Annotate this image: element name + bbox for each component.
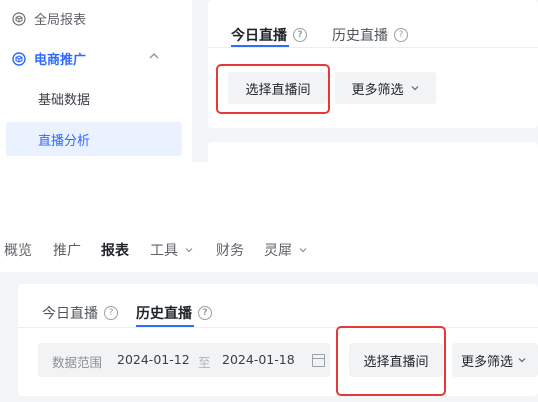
calendar-icon[interactable]	[312, 354, 325, 367]
chevron-down-icon	[518, 358, 526, 363]
tab-label: 历史直播	[136, 306, 192, 322]
top-card-below	[208, 142, 538, 162]
more-filters-button[interactable]: 更多筛选	[335, 72, 436, 104]
chevron-down-icon	[186, 248, 193, 253]
help-icon[interactable]: ?	[293, 28, 307, 42]
nav-item-tools[interactable]: 工具	[150, 240, 194, 260]
sidebar-subitem-label: 直播分析	[38, 134, 91, 149]
cube-icon	[12, 11, 26, 26]
tab-label: 今日直播	[42, 306, 98, 322]
nav-label: 灵犀	[264, 243, 292, 259]
nav-item-report[interactable]: 报表	[101, 240, 129, 260]
sidebar-item-label: 全局报表	[34, 13, 87, 28]
help-icon[interactable]: ?	[104, 306, 118, 320]
tab-today-live[interactable]: 今日直播 ?	[231, 25, 307, 45]
sidebar-subitem-basic-data[interactable]: 基础数据	[38, 89, 90, 108]
nav-item-finance[interactable]: 财务	[216, 240, 244, 260]
highlight-box	[216, 64, 330, 114]
chevron-down-icon	[300, 248, 307, 253]
sidebar-item-global-report[interactable]: 全局报表	[12, 9, 86, 28]
date-separator: 至	[198, 355, 211, 370]
date-range-label: 数据范围	[52, 355, 103, 370]
tab-divider	[208, 47, 538, 48]
chevron-down-icon	[411, 86, 418, 91]
tab-history-live[interactable]: 历史直播 ?	[332, 25, 408, 45]
nav-item-promotion[interactable]: 推广	[53, 240, 81, 260]
date-end[interactable]: 2024-01-18	[222, 352, 295, 367]
tab-label: 今日直播	[231, 28, 287, 44]
tab-today-live[interactable]: 今日直播 ?	[42, 303, 118, 323]
bottom-filter-card: 今日直播 ? 历史直播 ?	[18, 284, 538, 396]
date-start[interactable]: 2024-01-12	[117, 352, 190, 367]
sidebar-item-ecommerce[interactable]: 电商推广	[12, 49, 86, 68]
sidebar-subitem-live-analysis[interactable]: 直播分析	[6, 122, 182, 156]
button-label: 更多筛选	[461, 354, 514, 370]
help-icon[interactable]: ?	[394, 28, 408, 42]
chevron-up-icon[interactable]	[147, 49, 161, 63]
nav-item-overview[interactable]: 概览	[4, 240, 32, 260]
date-range-picker[interactable]: 数据范围 2024-01-12 至 2024-01-18	[38, 343, 330, 377]
more-filters-button[interactable]: 更多筛选	[452, 343, 538, 377]
tab-history-live[interactable]: 历史直播 ?	[136, 303, 212, 323]
button-label: 更多筛选	[351, 82, 404, 98]
sidebar-item-label: 电商推广	[34, 53, 87, 68]
help-icon[interactable]: ?	[198, 306, 212, 320]
tab-label: 历史直播	[332, 28, 388, 44]
tab-divider	[18, 327, 538, 328]
highlight-box	[336, 326, 446, 396]
cube-icon	[12, 51, 26, 66]
nav-item-lingxi[interactable]: 灵犀	[264, 240, 308, 260]
sidebar: 全局报表 电商推广 基础数据 直播分析	[0, 0, 192, 162]
nav-label: 工具	[150, 243, 178, 259]
